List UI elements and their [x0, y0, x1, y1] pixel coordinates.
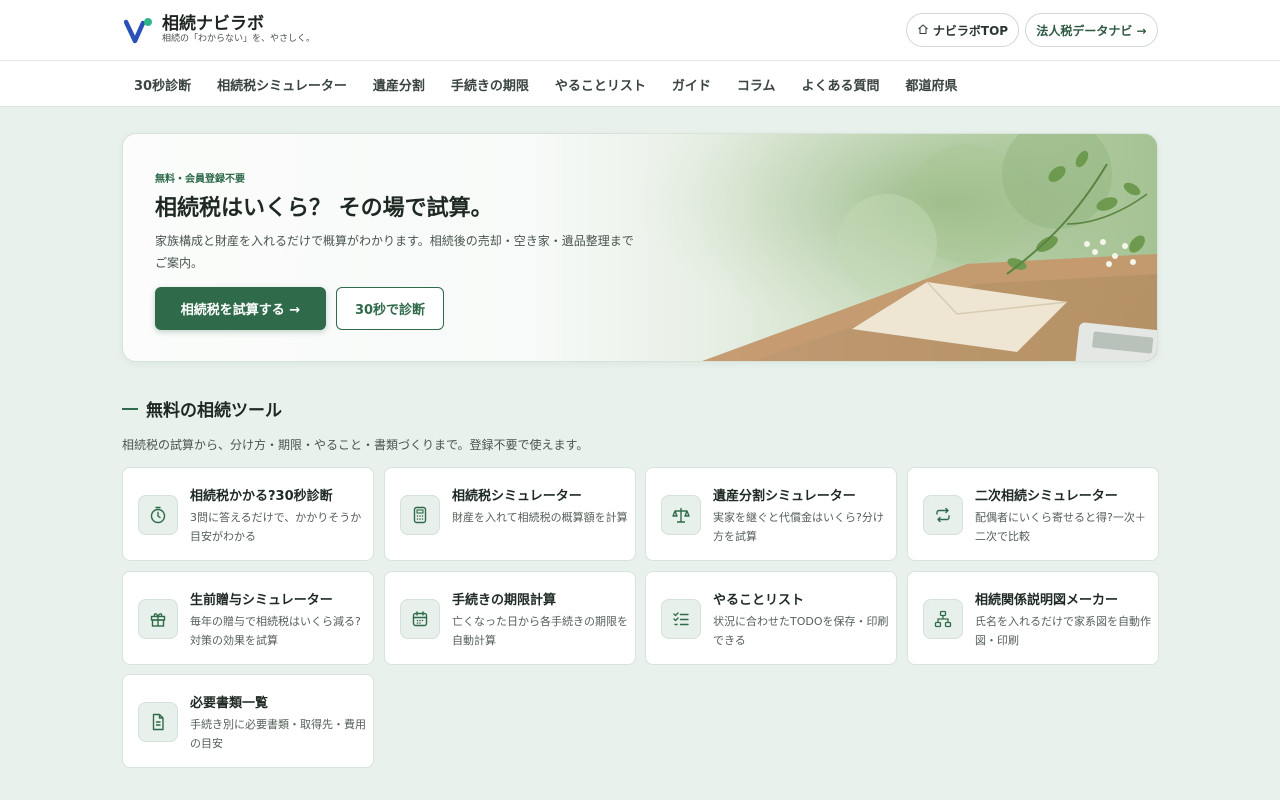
tool-card[interactable]: 相続税かかる?30秒診断 3問に答えるだけで、かかりそうか目安がわかる — [122, 467, 374, 561]
nav-item[interactable]: 手続きの期限 — [439, 75, 541, 94]
nav-item[interactable]: 都道府県 — [894, 75, 970, 94]
nav-item[interactable]: ガイド — [660, 75, 723, 94]
hero-title: 相続税はいくら？ その場で試算。 — [155, 195, 493, 221]
tool-card[interactable]: やることリスト状況に合わせたTODOを保存・印刷できる — [645, 571, 897, 665]
calculator-icon — [400, 495, 440, 535]
main-nav: 30秒診断 相続税シミュレーター 遺産分割 手続きの期限 やることリスト ガイド コラム よく… — [0, 61, 1280, 107]
calculate-tax-button[interactable]: 相続税を試算する → — [155, 287, 326, 330]
tool-card[interactable]: 相続税シミュレーター財産を入れて相続税の概算額を計算 — [384, 467, 636, 561]
site-header: 相続ナビラボ 相続の「わからない」を、やさしく。 ナビラボTOP 法人税データナ… — [0, 0, 1280, 61]
gift-icon — [138, 599, 178, 639]
nav-item[interactable]: 30秒診断 — [122, 75, 203, 94]
tool-card[interactable]: 手続きの期限計算亡くなった日から各手続きの期限を自動計算 — [384, 571, 636, 665]
nav-item[interactable]: 相続税シミュレーター — [205, 75, 359, 94]
site-tagline: 相続の「わからない」を、やさしく。 — [162, 34, 316, 44]
title-dash — [122, 407, 138, 410]
tool-card-title: 相続関係説明図メーカー — [975, 593, 1119, 608]
tool-card[interactable]: 二次相続シミュレーター配偶者にいくら寄せると得?一次＋二次で比較 — [907, 467, 1159, 561]
tool-card-description: 手続き別に必要書類・取得先・費用の目安 — [190, 718, 366, 750]
tool-card-title: 必要書類一覧 — [190, 696, 269, 711]
tool-card-description: 実家を継ぐと代償金はいくら?分け方を試算 — [713, 511, 884, 543]
site-title: 相続ナビラボ — [162, 14, 264, 34]
tool-card[interactable]: 相続関係説明図メーカー氏名を入れるだけで家系図を自動作図・印刷 — [907, 571, 1159, 665]
tool-card-description: 配偶者にいくら寄せると得?一次＋二次で比較 — [975, 511, 1146, 543]
tool-card-description: 毎年の贈与で相続税はいくら減る?対策の効果を試算 — [190, 615, 361, 647]
tool-card-title: 生前贈与シミュレーター — [190, 593, 333, 608]
hero-banner: 無料・会員登録不要 相続税はいくら？ その場で試算。 家族構成と財産を入れるだけ… — [122, 133, 1158, 362]
tool-card-title: 相続税かかる?30秒診断 — [190, 489, 333, 504]
tool-card-title: やることリスト — [713, 593, 805, 608]
scale-icon — [661, 495, 701, 535]
hero-description: 家族構成と財産を入れるだけで概算がわかります。相続後の売却・空き家・遺品整理まで… — [155, 234, 634, 270]
hero-badge: 無料・会員登録不要 — [155, 174, 245, 185]
site-logo[interactable]: 相続ナビラボ 相続の「わからない」を、やさしく。 — [123, 14, 316, 45]
tool-card-title: 手続きの期限計算 — [452, 593, 557, 608]
tool-card-description: 3問に答えるだけで、かかりそうか目安がわかる — [190, 511, 362, 543]
tools-section-title: 無料の相続ツール — [122, 396, 282, 421]
corporate-tax-navi-button[interactable]: 法人税データナビ → — [1025, 13, 1158, 47]
hero-illustration — [637, 134, 1157, 361]
tools-section-subtitle: 相続税の試算から、分け方・期限・やること・書類づくりまで。登録不要で使えます。 — [122, 438, 589, 452]
family-tree-icon — [923, 599, 963, 639]
nav-item[interactable]: コラム — [725, 75, 788, 94]
timer-icon — [138, 495, 178, 535]
tool-card-title: 相続税シミュレーター — [452, 489, 582, 504]
tool-card[interactable]: 遺産分割シミュレーター実家を継ぐと代償金はいくら?分け方を試算 — [645, 467, 897, 561]
document-icon — [138, 702, 178, 742]
tool-card-title: 二次相続シミュレーター — [975, 489, 1118, 504]
checklist-icon — [661, 599, 701, 639]
nav-item[interactable]: 遺産分割 — [361, 75, 437, 94]
quick-diagnosis-button[interactable]: 30秒で診断 — [336, 287, 444, 330]
tool-card[interactable]: 必要書類一覧手続き別に必要書類・取得先・費用の目安 — [122, 674, 374, 768]
tool-card-description: 亡くなった日から各手続きの期限を自動計算 — [452, 615, 628, 647]
tool-card-description: 状況に合わせたTODOを保存・印刷できる — [713, 615, 889, 647]
tool-card-description: 氏名を入れるだけで家系図を自動作図・印刷 — [975, 615, 1151, 647]
nav-item[interactable]: やることリスト — [543, 75, 658, 94]
tool-card[interactable]: 生前贈与シミュレーター毎年の贈与で相続税はいくら減る?対策の効果を試算 — [122, 571, 374, 665]
tool-card-title: 遺産分割シミュレーター — [713, 489, 856, 504]
calendar-icon — [400, 599, 440, 639]
nav-item[interactable]: よくある質問 — [790, 75, 892, 94]
v-logo-icon — [123, 15, 154, 45]
repeat-icon — [923, 495, 963, 535]
home-icon — [917, 23, 929, 38]
navilab-top-button[interactable]: ナビラボTOP — [906, 13, 1019, 47]
tool-card-description: 財産を入れて相続税の概算額を計算 — [452, 511, 628, 524]
